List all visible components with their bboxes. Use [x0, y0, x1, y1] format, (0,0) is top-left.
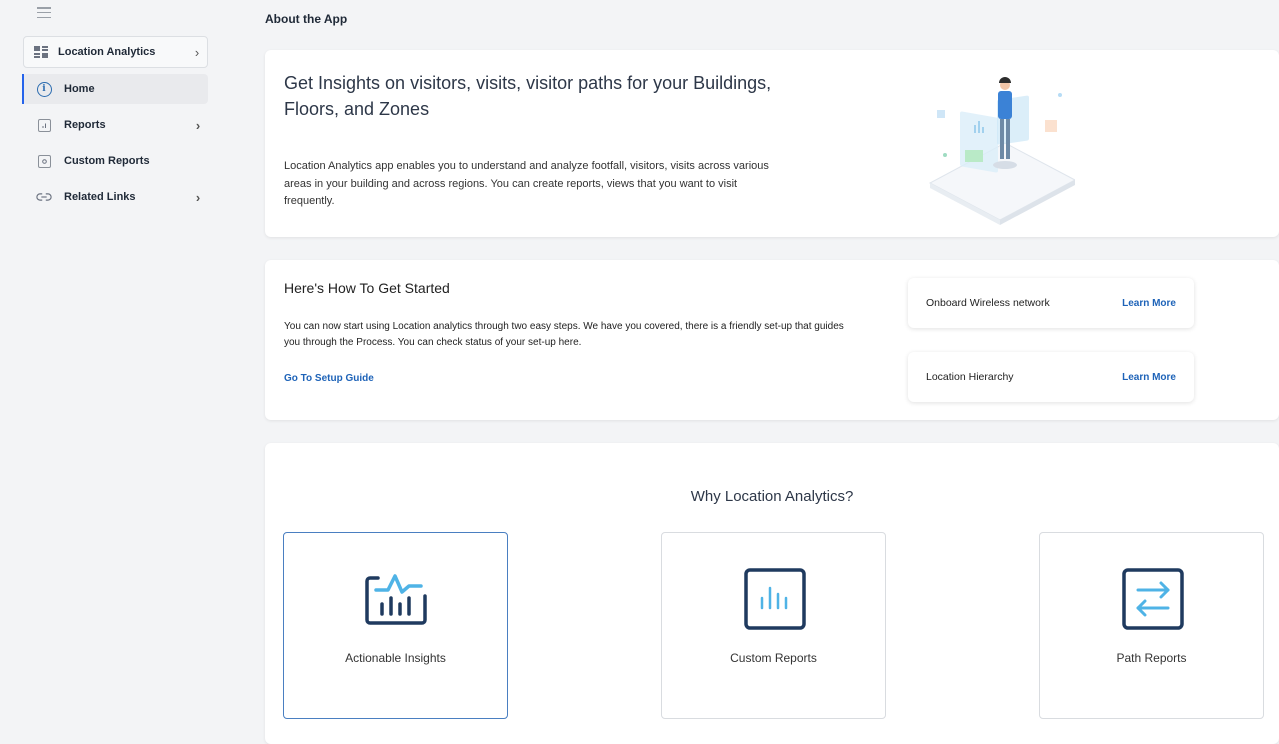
- sidebar-item-home[interactable]: i Home: [22, 74, 208, 104]
- app-switcher[interactable]: Location Analytics ›: [23, 36, 208, 68]
- sidebar: Location Analytics › i Home Reports › Cu…: [10, 0, 210, 744]
- dashboard-grid-icon: [34, 46, 48, 58]
- step-label: Location Hierarchy: [926, 371, 1014, 383]
- sidebar-item-reports[interactable]: Reports ›: [22, 110, 208, 140]
- person-dashboard-illustration: [928, 77, 1075, 225]
- get-started-card: Here's How To Get Started You can now st…: [265, 260, 1279, 420]
- sidebar-item-label: Reports: [64, 119, 106, 131]
- sidebar-item-label: Home: [64, 83, 95, 95]
- custom-report-icon: [37, 154, 51, 168]
- sidebar-item-related-links[interactable]: Related Links ›: [22, 182, 208, 212]
- analytics-chart-icon: [365, 574, 427, 625]
- why-card: Why Location Analytics? Actionable Insig…: [265, 443, 1279, 744]
- get-started-description: You can now start using Location analyti…: [284, 321, 844, 348]
- app-switcher-label: Location Analytics: [58, 46, 156, 58]
- intro-headline: Get Insights on visitors, visits, visito…: [284, 73, 772, 119]
- link-icon: [36, 193, 52, 201]
- step-onboard-wireless: Onboard Wireless network Learn More: [908, 278, 1194, 328]
- feature-label: Path Reports: [1116, 651, 1187, 665]
- sidebar-item-custom-reports[interactable]: Custom Reports: [22, 146, 208, 176]
- sidebar-item-label: Custom Reports: [64, 155, 150, 167]
- step-label: Onboard Wireless network: [926, 297, 1050, 309]
- learn-more-link[interactable]: Learn More: [1122, 372, 1176, 383]
- info-icon: i: [36, 81, 52, 97]
- feature-label: Actionable Insights: [345, 651, 446, 665]
- chevron-right-icon: ›: [195, 117, 201, 133]
- chevron-right-icon: ›: [195, 189, 201, 205]
- swap-arrows-icon: [1122, 568, 1184, 630]
- feature-actionable-insights[interactable]: Actionable Insights: [283, 532, 508, 719]
- hamburger-menu-icon[interactable]: [37, 7, 51, 18]
- get-started-title: Here's How To Get Started: [284, 280, 450, 296]
- feature-path-reports[interactable]: Path Reports: [1039, 532, 1264, 719]
- feature-label: Custom Reports: [730, 651, 817, 665]
- feature-custom-reports[interactable]: Custom Reports: [661, 532, 886, 719]
- setup-guide-link[interactable]: Go To Setup Guide: [284, 373, 374, 384]
- why-title: Why Location Analytics?: [690, 488, 854, 505]
- sidebar-item-label: Related Links: [64, 191, 136, 203]
- intro-description: Location Analytics app enables you to un…: [284, 160, 769, 207]
- report-chart-icon: [37, 118, 51, 132]
- bar-chart-icon: [744, 568, 806, 630]
- chevron-right-icon: ›: [194, 44, 200, 60]
- page-title: About the App: [265, 12, 348, 26]
- intro-card: Get Insights on visitors, visits, visito…: [265, 50, 1279, 237]
- learn-more-link[interactable]: Learn More: [1122, 298, 1176, 309]
- step-location-hierarchy: Location Hierarchy Learn More: [908, 352, 1194, 402]
